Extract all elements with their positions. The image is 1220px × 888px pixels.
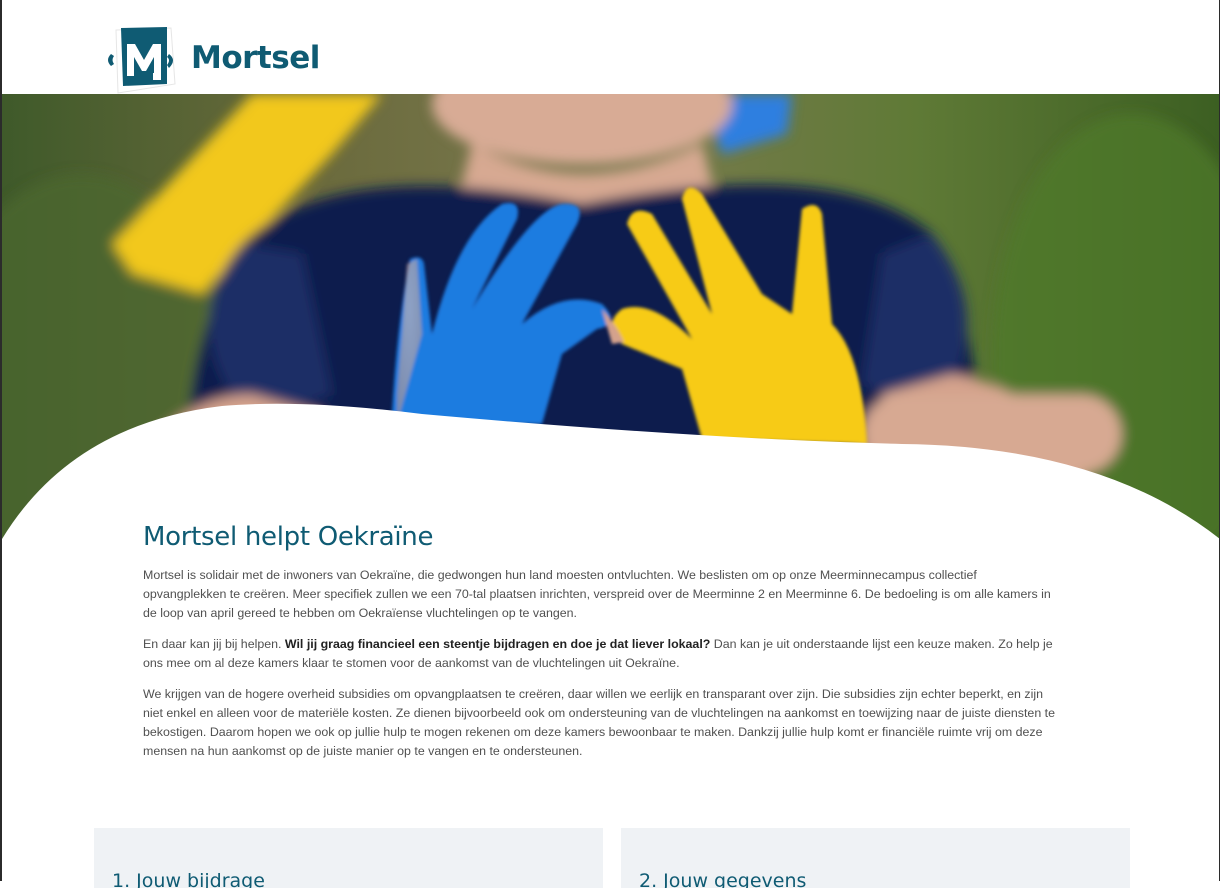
intro-paragraph: Mortsel is solidair met de inwoners van … [143,568,1051,620]
brand-name: Mortsel [191,40,320,76]
mortsel-logo-icon [108,27,176,94]
help-paragraph: En daar kan jij bij helpen. Wil jij graa… [143,635,1063,673]
step-title-contribution: 1. Jouw bijdrage [112,870,265,888]
home-logo-link[interactable]: Mortsel [105,24,320,100]
hero-photo [2,94,1220,544]
donation-steps: 1. Jouw bijdrage 2. Jouw gegevens [94,828,1130,888]
site-header: Mortsel [0,0,1220,94]
window-frame-left [0,0,2,881]
step-card-details: 2. Jouw gegevens [621,828,1130,888]
help-lead-text: En daar kan jij bij helpen. [143,637,285,651]
page-title: Mortsel helpt Oekraïne [143,522,434,552]
main-content: Mortsel helpt Oekraïne Mortsel is solida… [143,522,1063,773]
step-card-contribution: 1. Jouw bijdrage [94,828,603,888]
subsidy-paragraph: We krijgen van de hogere overheid subsid… [143,687,1055,758]
hero-wave-shape [2,403,1220,544]
help-bold-question: Wil jij graag financieel een steentje bi… [284,637,711,651]
step-title-details: 2. Jouw gegevens [639,870,807,888]
